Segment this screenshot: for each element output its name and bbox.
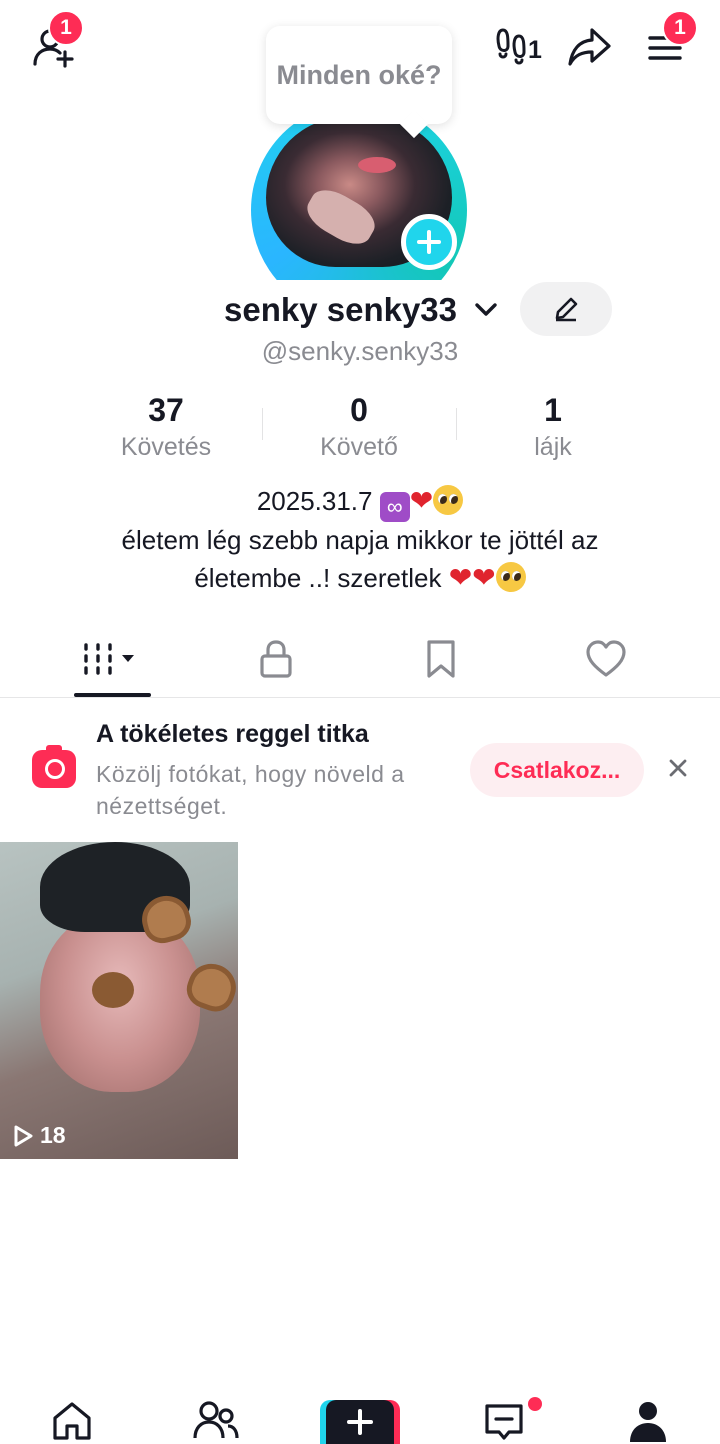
nav-profile[interactable] — [608, 1400, 688, 1444]
followers-count: 0 — [350, 392, 368, 428]
following-stat[interactable]: 37 Követés — [76, 390, 256, 464]
inbox-notification-dot — [528, 1397, 542, 1411]
tab-liked[interactable] — [516, 620, 696, 698]
create-icon — [347, 1409, 373, 1435]
tab-videos[interactable] — [22, 620, 202, 698]
following-count: 37 — [148, 392, 184, 428]
nav-friends[interactable] — [176, 1400, 256, 1444]
profile-tabs — [0, 620, 720, 698]
bio-line-3: életembe ..! szeretlek ❤❤ — [0, 559, 720, 597]
bio-line-2: életem lég szebb napja mikkor te jöttél … — [121, 525, 599, 555]
bottom-nav — [0, 1392, 720, 1444]
following-label: Követés — [120, 433, 212, 461]
heart-emoji: ❤ — [409, 485, 434, 516]
infinity-emoji: ∞ — [379, 492, 410, 522]
camera-icon — [32, 745, 76, 788]
videos-grid-icon — [84, 643, 134, 675]
followers-stat[interactable]: 0 Követő — [269, 390, 449, 464]
add-story-button[interactable] — [401, 214, 457, 270]
likes-stat[interactable]: 1 lájk — [463, 390, 643, 464]
menu-badge: 1 — [662, 10, 698, 46]
likes-label: lájk — [534, 433, 572, 461]
share-profile-button[interactable] — [564, 22, 614, 72]
close-button[interactable] — [662, 752, 694, 784]
plus-icon — [417, 230, 441, 254]
heart-emoji: ❤ — [448, 562, 473, 593]
add-friend-badge: 1 — [48, 10, 84, 46]
close-icon — [669, 759, 687, 777]
video-thumbnail[interactable]: 18 — [0, 842, 238, 1159]
create-button[interactable] — [320, 1400, 400, 1444]
active-tab-indicator — [74, 693, 151, 697]
profile-stats: 37 Követés 0 Követő 1 lájk — [0, 390, 720, 470]
join-button[interactable]: Csatlakoz... — [470, 743, 644, 797]
add-friend-button[interactable]: 1 — [28, 10, 84, 72]
stat-divider — [262, 408, 263, 440]
pleading-face-emoji — [495, 562, 526, 592]
view-count-number: 18 — [40, 1122, 66, 1148]
nav-inbox[interactable] — [464, 1397, 544, 1444]
bio-date: 2025.31.7 — [256, 486, 373, 516]
stat-divider — [456, 408, 457, 440]
profile-icon — [630, 1402, 666, 1442]
promo-title: A tökéletes reggel titka — [96, 720, 369, 748]
steps-count: 1 — [528, 36, 542, 64]
menu-button[interactable]: 1 — [640, 10, 698, 72]
username-handle: @senky.senky33 — [261, 336, 459, 366]
view-count: 18 — [12, 1122, 66, 1149]
name-row: senky senky33 — [0, 286, 720, 336]
lock-icon — [260, 640, 292, 678]
pencil-icon — [555, 297, 578, 322]
tab-saved[interactable] — [351, 620, 531, 698]
chevron-down-icon[interactable] — [472, 296, 500, 324]
friends-icon — [193, 1401, 239, 1439]
likes-count: 1 — [544, 392, 562, 428]
bookmark-icon — [427, 640, 455, 678]
promo-description: Közölj fotókat, hogy növeld a nézettsége… — [96, 761, 405, 819]
dog-nose-filter — [92, 972, 134, 1008]
display-name[interactable]: senky senky33 — [224, 291, 457, 329]
home-icon — [53, 1402, 91, 1440]
inbox-icon — [485, 1404, 523, 1440]
play-icon — [14, 1125, 33, 1146]
followers-label: Követő — [320, 433, 398, 461]
share-icon — [568, 28, 611, 66]
edit-profile-button[interactable] — [520, 282, 612, 336]
status-bubble[interactable]: Minden oké? — [266, 26, 452, 124]
tab-private[interactable] — [186, 620, 366, 698]
heart-emoji: ❤ — [472, 562, 496, 593]
bio-line-1: 2025.31.7 ∞ ❤ — [0, 482, 720, 522]
heart-icon — [586, 640, 626, 677]
bio-text: életembe ..! szeretlek — [194, 563, 442, 593]
bio: 2025.31.7 ∞ ❤ életem lég szebb napja mikk… — [0, 482, 720, 597]
promo-banner: A tökéletes reggel titka Közölj fotókat,… — [0, 700, 720, 832]
nav-home[interactable] — [32, 1400, 112, 1444]
pleading-face-emoji — [433, 485, 464, 515]
